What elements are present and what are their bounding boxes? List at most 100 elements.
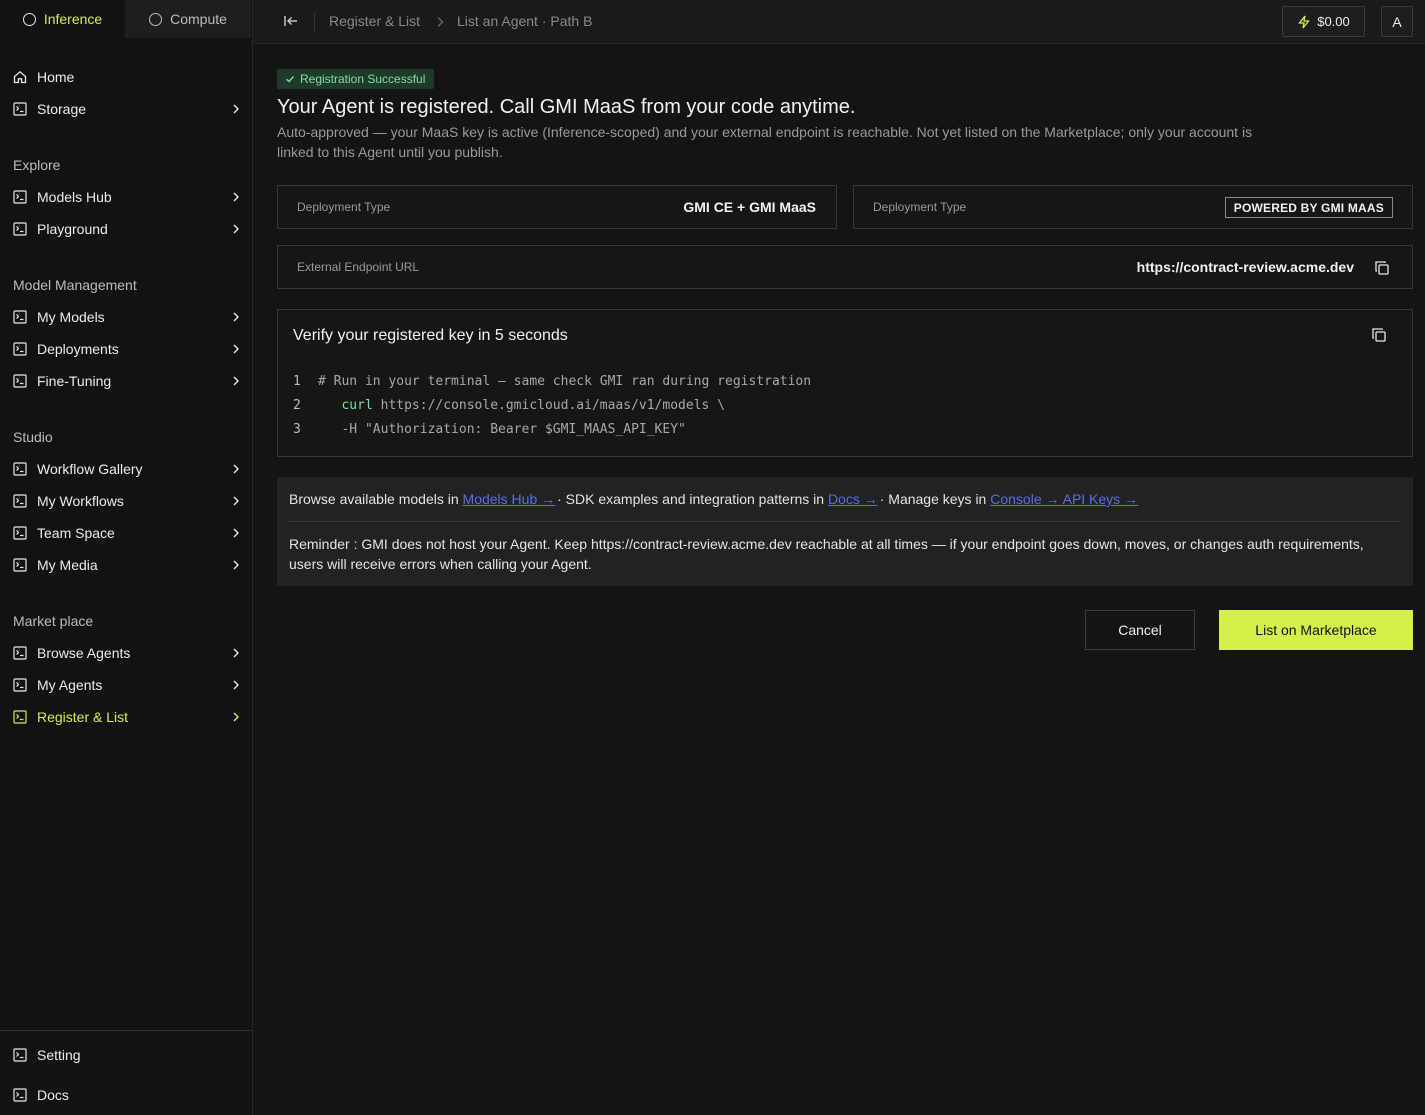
- mode-tabs: Inference Compute: [0, 0, 252, 38]
- models-hub-link[interactable]: Models Hub →: [463, 491, 556, 507]
- resource-links: Browse available models in Models Hub → ·…: [289, 491, 1138, 507]
- sidebar-item-label: My Workflows: [37, 493, 124, 509]
- line-number: 1: [293, 374, 301, 389]
- deployment-type-card: Deployment Type GMI CE + GMI MaaS: [277, 185, 837, 229]
- code-text: -H "Authorization: Bearer $GMI_MAAS_API_…: [341, 422, 686, 437]
- sidebar-item-label: Deployments: [37, 341, 119, 357]
- tab-compute-label: Compute: [170, 11, 227, 27]
- terminal-icon: [13, 646, 27, 660]
- terminal-icon: [13, 494, 27, 508]
- code-keyword: curl: [341, 398, 373, 413]
- check-icon: [285, 74, 295, 84]
- chevron-right-icon: [231, 104, 241, 114]
- sidebar-item-label: Fine-Tuning: [37, 373, 112, 389]
- sidebar-item-label: My Agents: [37, 677, 103, 693]
- deployment-type-label: Deployment Type: [297, 200, 391, 214]
- chevron-right-icon: [231, 344, 241, 354]
- chevron-right-icon: [231, 560, 241, 570]
- balance-button[interactable]: $0.00: [1282, 6, 1365, 37]
- sidebar-item-label: Docs: [37, 1087, 69, 1103]
- sidebar-item-label: Storage: [37, 101, 87, 117]
- terminal-icon: [13, 462, 27, 476]
- page-title: Your Agent is registered. Call GMI MaaS …: [277, 96, 856, 118]
- sidebar-item-fine-tuning[interactable]: Fine-Tuning: [13, 369, 241, 393]
- chevron-right-icon: [435, 15, 445, 27]
- chevron-right-icon: [231, 376, 241, 386]
- circle-icon: [149, 12, 163, 26]
- terminal-icon: [13, 526, 27, 540]
- balance-amount: $0.00: [1317, 14, 1350, 29]
- home-icon: [13, 70, 27, 84]
- code-line: 2 curl https://console.gmicloud.ai/maas/…: [293, 398, 725, 413]
- list-on-marketplace-button[interactable]: List on Marketplace: [1219, 610, 1413, 650]
- tab-inference[interactable]: Inference: [0, 0, 125, 38]
- console-api-keys-link[interactable]: Console → API Keys →: [990, 491, 1138, 507]
- deployment-type-label: Deployment Type: [873, 200, 967, 214]
- terminal-icon: [13, 558, 27, 572]
- info-panel: Browse available models in Models Hub → ·…: [277, 477, 1413, 586]
- sidebar-item-my-models[interactable]: My Models: [13, 305, 241, 329]
- avatar[interactable]: A: [1381, 6, 1413, 37]
- copy-icon[interactable]: [1371, 327, 1387, 343]
- terminal-icon: [13, 342, 27, 356]
- sidebar-item-storage[interactable]: Storage: [13, 97, 241, 121]
- chevron-right-icon: [231, 224, 241, 234]
- chevron-right-icon: [231, 192, 241, 202]
- sidebar-item-my-workflows[interactable]: My Workflows: [13, 489, 241, 513]
- sidebar-item-workflow-gallery[interactable]: Workflow Gallery: [13, 457, 241, 481]
- page-subtitle: Auto-approved — your MaaS key is active …: [277, 124, 1253, 160]
- terminal-icon: [13, 102, 27, 116]
- sidebar-item-playground[interactable]: Playground: [13, 217, 241, 241]
- sidebar-item-setting[interactable]: Setting: [13, 1043, 241, 1067]
- top-bar: Register & List List an Agent · Path B $…: [253, 0, 1425, 44]
- sidebar-item-my-media[interactable]: My Media: [13, 553, 241, 577]
- tab-compute[interactable]: Compute: [125, 0, 251, 38]
- sidebar-item-team-space[interactable]: Team Space: [13, 521, 241, 545]
- info-text: · Manage keys in: [879, 491, 991, 507]
- endpoint-url-label: External Endpoint URL: [297, 260, 420, 274]
- sidebar-item-home[interactable]: Home: [13, 65, 241, 89]
- sidebar-item-label: Home: [37, 69, 75, 85]
- sidebar-item-register-list[interactable]: Register & List: [13, 705, 241, 729]
- copy-icon[interactable]: [1374, 260, 1390, 276]
- sidebar-item-docs[interactable]: Docs: [13, 1083, 241, 1107]
- collapse-sidebar-icon[interactable]: [283, 13, 299, 29]
- code-line: 3 -H "Authorization: Bearer $GMI_MAAS_AP…: [293, 422, 686, 437]
- sidebar-item-label: Browse Agents: [37, 645, 131, 661]
- sidebar-item-deployments[interactable]: Deployments: [13, 337, 241, 361]
- verify-title: Verify your registered key in 5 seconds: [293, 327, 568, 344]
- chevron-right-icon: [231, 464, 241, 474]
- section-explore: Explore: [13, 157, 61, 173]
- powered-by-tag: POWERED BY GMI MAAS: [1224, 197, 1393, 218]
- info-text: · SDK examples and integration patterns …: [557, 491, 828, 507]
- chevron-right-icon: [231, 648, 241, 658]
- code-text: https://console.gmicloud.ai/maas/v1/mode…: [372, 398, 725, 413]
- status-badge-label: Registration Successful: [300, 72, 426, 86]
- code-text: # Run in your terminal — same check GMI …: [318, 374, 812, 389]
- sidebar-item-browse-agents[interactable]: Browse Agents: [13, 641, 241, 665]
- endpoint-url-value: https://contract-review.acme.dev: [1136, 259, 1354, 275]
- reminder-text: Reminder : GMI does not host your Agent.…: [289, 536, 1364, 572]
- line-number: 2: [293, 398, 301, 413]
- sidebar-item-label: Playground: [37, 221, 108, 237]
- sidebar-item-label: Models Hub: [37, 189, 112, 205]
- chevron-right-icon: [231, 680, 241, 690]
- breadcrumb-current: List an Agent · Path B: [457, 13, 593, 29]
- terminal-icon: [13, 190, 27, 204]
- sidebar-item-my-agents[interactable]: My Agents: [13, 673, 241, 697]
- section-model-management: Model Management: [13, 277, 137, 293]
- breadcrumb-register-list[interactable]: Register & List: [329, 13, 420, 29]
- docs-link[interactable]: Docs →: [828, 491, 878, 507]
- chevron-right-icon: [231, 528, 241, 538]
- tab-inference-label: Inference: [43, 11, 103, 27]
- section-studio: Studio: [13, 429, 53, 445]
- chevron-right-icon: [231, 712, 241, 722]
- sidebar-item-models-hub[interactable]: Models Hub: [13, 185, 241, 209]
- deployment-type-card-powered: Deployment Type POWERED BY GMI MAAS: [853, 185, 1413, 229]
- chevron-right-icon: [231, 312, 241, 322]
- terminal-icon: [13, 374, 27, 388]
- terminal-icon: [13, 678, 27, 692]
- chevron-right-icon: [231, 496, 241, 506]
- code-line: 1 # Run in your terminal — same check GMI…: [293, 374, 811, 389]
- cancel-button[interactable]: Cancel: [1085, 610, 1195, 650]
